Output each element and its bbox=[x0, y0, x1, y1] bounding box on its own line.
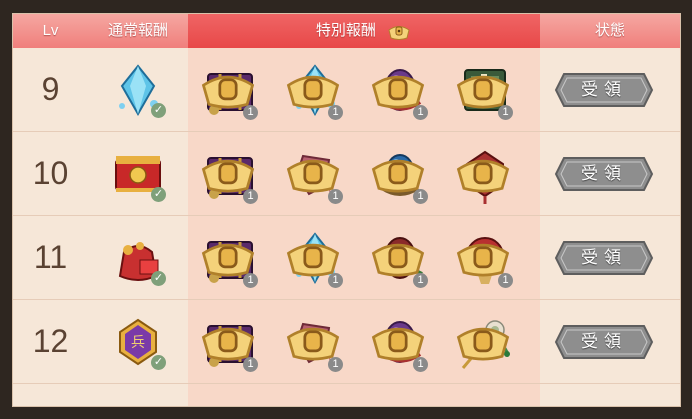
golden-lock-icon bbox=[456, 327, 510, 361]
special-reward-item[interactable]: 1 bbox=[200, 228, 260, 288]
claim-button-label: 受領 bbox=[581, 164, 627, 183]
status-column-header: 状態 bbox=[594, 22, 625, 39]
item-count-badge: 1 bbox=[413, 357, 428, 372]
normal-reward-item[interactable]: ✓ bbox=[108, 60, 168, 120]
item-count-badge: 1 bbox=[328, 105, 343, 120]
normal-reward-item[interactable]: ✓ bbox=[108, 228, 168, 288]
level-column-header: Lv bbox=[42, 22, 59, 39]
item-count-badge: 1 bbox=[328, 189, 343, 204]
special-reward-item[interactable]: 1 bbox=[200, 312, 260, 372]
normal-reward-item[interactable]: ✓ bbox=[108, 144, 168, 204]
claim-button[interactable]: 受領 bbox=[554, 156, 654, 192]
special-reward-item[interactable]: 1 bbox=[200, 144, 260, 204]
item-count-badge: 1 bbox=[243, 105, 258, 120]
golden-lock-icon bbox=[456, 159, 510, 193]
special-reward-label: 特別報酬 bbox=[315, 22, 376, 39]
level-number: 9 bbox=[41, 71, 60, 107]
claimed-check-icon: ✓ bbox=[151, 271, 166, 286]
reward-row: 9 ✓ 1 1 1 1 受領 bbox=[13, 48, 680, 132]
level-number: 12 bbox=[32, 323, 69, 359]
claimed-check-icon: ✓ bbox=[151, 187, 166, 202]
level-number: 10 bbox=[32, 155, 69, 191]
item-count-badge: 1 bbox=[328, 357, 343, 372]
special-reward-item[interactable]: 1 bbox=[200, 60, 260, 120]
svg-text:兵: 兵 bbox=[131, 335, 145, 351]
item-count-badge: 1 bbox=[243, 273, 258, 288]
special-reward-item[interactable]: 兵 bbox=[455, 144, 515, 204]
claim-button-label: 受領 bbox=[581, 80, 627, 99]
item-count-badge: 1 bbox=[243, 357, 258, 372]
item-count-badge: 1 bbox=[413, 273, 428, 288]
reward-row: 12 兵 ✓ 1 1 1 受領 bbox=[13, 300, 680, 384]
item-count-badge: 1 bbox=[498, 105, 513, 120]
special-reward-item[interactable]: 1 bbox=[370, 228, 430, 288]
item-count-badge: 1 bbox=[243, 189, 258, 204]
claim-button-label: 受領 bbox=[581, 248, 627, 267]
game-window: Lv 通常報酬 特別報酬 状態 9✓1111受領10✓111兵受領11✓1111… bbox=[0, 0, 692, 419]
special-reward-item[interactable]: 1 bbox=[285, 60, 345, 120]
reward-row: 10 ✓ 1 1 1 兵 受領 bbox=[13, 132, 680, 216]
special-reward-item[interactable]: 1 bbox=[285, 312, 345, 372]
special-reward-item[interactable]: 1 bbox=[455, 228, 515, 288]
special-reward-item[interactable]: 1 bbox=[285, 144, 345, 204]
item-count-badge: 1 bbox=[413, 189, 428, 204]
item-count-badge: 1 bbox=[413, 105, 428, 120]
reward-row: 11 ✓ 1 1 1 1 受領 bbox=[13, 216, 680, 300]
golden-lock-icon bbox=[388, 26, 410, 41]
special-reward-item[interactable]: 1 bbox=[370, 312, 430, 372]
normal-reward-column-header: 通常報酬 bbox=[107, 22, 168, 39]
reward-table-header: Lv 通常報酬 特別報酬 状態 bbox=[13, 14, 680, 48]
item-count-badge: 1 bbox=[498, 273, 513, 288]
claim-button[interactable]: 受領 bbox=[554, 324, 654, 360]
special-reward-item[interactable]: 1 bbox=[370, 144, 430, 204]
claimed-check-icon: ✓ bbox=[151, 355, 166, 370]
level-reward-panel: Lv 通常報酬 特別報酬 状態 9✓1111受領10✓111兵受領11✓1111… bbox=[12, 13, 681, 407]
special-reward-item[interactable]: 1 bbox=[455, 60, 515, 120]
level-number: 11 bbox=[33, 239, 68, 275]
claim-button[interactable]: 受領 bbox=[554, 72, 654, 108]
special-reward-item[interactable]: 1 bbox=[285, 228, 345, 288]
special-reward-item[interactable]: 1 bbox=[370, 60, 430, 120]
special-reward-item[interactable] bbox=[455, 312, 515, 372]
item-count-badge: 1 bbox=[328, 273, 343, 288]
normal-reward-item[interactable]: 兵 ✓ bbox=[108, 312, 168, 372]
claimed-check-icon: ✓ bbox=[151, 103, 166, 118]
claim-button[interactable]: 受領 bbox=[554, 240, 654, 276]
special-reward-column-header: 特別報酬 bbox=[188, 14, 540, 48]
claim-button-label: 受領 bbox=[581, 332, 627, 351]
